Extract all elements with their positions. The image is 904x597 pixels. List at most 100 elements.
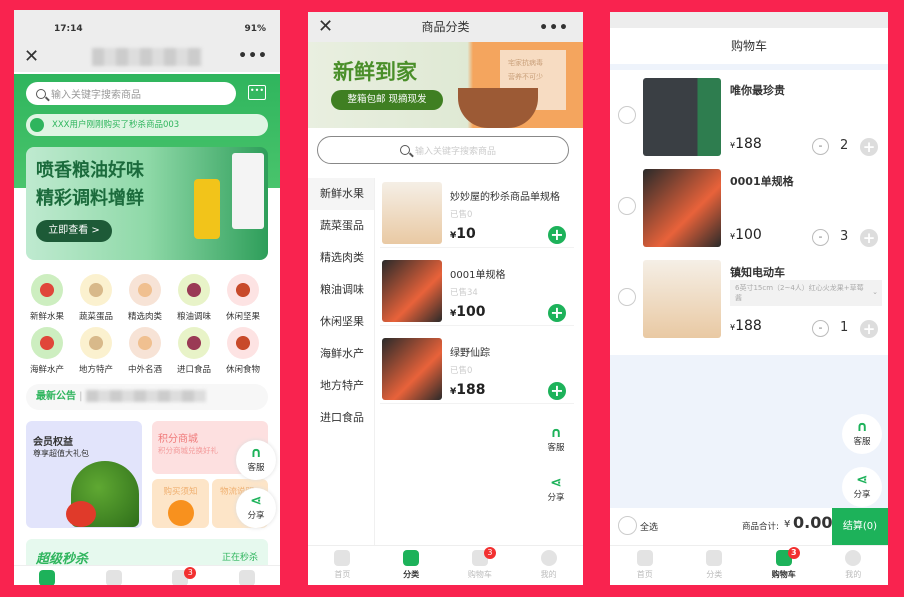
checkout-button[interactable]: 结算(0) <box>832 508 888 545</box>
tab-home[interactable] <box>14 566 81 585</box>
tab-cart[interactable]: 3 <box>147 566 214 585</box>
tomato-image <box>66 501 96 527</box>
chevron-down-icon: ⌄ <box>872 288 878 296</box>
category-item[interactable]: 蔬菜蛋品 <box>73 274 119 322</box>
quantity-value: 2 <box>840 138 849 153</box>
tab-mine[interactable]: 我的 <box>819 546 889 585</box>
spec-selector[interactable]: 6英寸15cm（2~4人）红心火龙果+草莓酱 ⌄ <box>730 280 882 306</box>
category-image <box>129 327 161 359</box>
category-item[interactable]: 粮油调味 <box>171 274 217 322</box>
category-item[interactable]: 进口食品 <box>171 327 217 375</box>
category-image <box>31 274 63 306</box>
headset-icon: ∩ <box>550 425 562 441</box>
search-input[interactable]: 输入关键字搜索商品 <box>26 82 236 105</box>
sidebar-item[interactable]: 精选肉类 <box>308 242 374 274</box>
product-name: 0001单规格 <box>450 270 506 281</box>
select-all-checkbox[interactable] <box>618 516 637 535</box>
announcement-bar[interactable]: 最新公告 | <box>26 384 268 410</box>
notice-text: XXX用户刚刚购买了秒杀商品003 <box>52 120 180 130</box>
tab-category[interactable] <box>81 566 148 585</box>
share-button[interactable]: ⋖ 分享 <box>536 470 576 510</box>
category-item[interactable]: 休闲食物 <box>220 327 266 375</box>
tab-home[interactable]: 首页 <box>308 546 377 585</box>
more-icon[interactable]: ••• <box>238 48 268 64</box>
tab-mine[interactable]: 我的 <box>514 546 583 585</box>
item-checkbox[interactable] <box>618 106 636 124</box>
item-price: ¥188 <box>730 318 762 334</box>
category-item[interactable]: 休闲坚果 <box>220 274 266 322</box>
item-image <box>643 260 721 338</box>
product-price: ¥188 <box>450 382 486 398</box>
view-now-button[interactable]: 立即查看 > <box>36 220 112 242</box>
share-button[interactable]: ⋖ 分享 <box>842 467 882 507</box>
item-checkbox[interactable] <box>618 197 636 215</box>
sidebar-item[interactable]: 粮油调味 <box>308 274 374 306</box>
increase-button[interactable]: + <box>860 229 878 247</box>
profile-icon <box>238 570 255 585</box>
search-input[interactable]: 输入关键字搜索商品 <box>317 136 569 164</box>
spec-text: 6英寸15cm（2~4人）红心火龙果+草莓酱 <box>735 284 864 302</box>
sidebar-item[interactable]: 地方特产 <box>308 370 374 402</box>
category-item[interactable]: 中外名酒 <box>122 327 168 375</box>
customer-service-button[interactable]: ∩ 客服 <box>236 440 276 480</box>
price-value: 100 <box>456 304 486 320</box>
message-icon[interactable]: ••• <box>248 85 266 100</box>
add-to-cart-button[interactable]: + <box>548 382 566 400</box>
nav-bar <box>610 12 888 28</box>
tab-mine[interactable] <box>214 566 281 585</box>
price-value: 100 <box>735 227 762 243</box>
item-checkbox[interactable] <box>618 288 636 306</box>
sidebar-item[interactable]: 休闲坚果 <box>308 306 374 338</box>
customer-service-button[interactable]: ∩ 客服 <box>842 414 882 454</box>
search-icon <box>36 88 46 99</box>
product-sold: 已售34 <box>450 288 478 298</box>
rice-bag-image <box>232 153 264 229</box>
fresh-banner[interactable]: 新鲜到家 整箱包邮 现摘现发 宅家抗病毒 营养不可少 <box>308 42 583 128</box>
sidebar-item[interactable]: 蔬菜蛋品 <box>308 210 374 242</box>
category-icon <box>403 550 420 566</box>
announcement-label: 最新公告 <box>36 391 76 402</box>
tab-label: 我的 <box>845 570 862 579</box>
decrease-button[interactable]: - <box>812 320 829 337</box>
product-item[interactable]: 绿野仙踪 已售0 ¥188 + <box>380 338 574 404</box>
product-price: ¥10 <box>450 226 476 242</box>
sidebar-item[interactable]: 海鲜水产 <box>308 338 374 370</box>
tab-cart[interactable]: 购物车 3 <box>446 546 515 585</box>
page-title: 购物车 <box>610 28 888 64</box>
tab-category[interactable]: 分类 <box>377 546 446 585</box>
customer-service-button[interactable]: ∩ 客服 <box>536 420 576 460</box>
add-to-cart-button[interactable]: + <box>548 226 566 244</box>
item-price: ¥100 <box>730 227 762 243</box>
quantity-value: 3 <box>840 229 849 244</box>
product-item[interactable]: 妙妙屋的秒杀商品单规格 已售0 ¥10 + <box>380 182 574 248</box>
home-screen: 17:14 91% ✕ ••• 输入关键字搜索商品 ••• XXX用户刚刚购买了… <box>14 10 280 585</box>
category-item[interactable]: 海鲜水产 <box>24 327 70 375</box>
category-icon <box>105 570 122 585</box>
sidebar-item[interactable]: 进口食品 <box>308 402 374 434</box>
tab-bar: 首页 分类 购物车 3 我的 <box>308 545 583 585</box>
promo-banner[interactable]: 喷香粮油好味 精彩调料增鲜 立即查看 > <box>26 147 268 260</box>
category-item[interactable]: 精选肉类 <box>122 274 168 322</box>
product-item[interactable]: 0001单规格 已售34 ¥100 + <box>380 260 574 326</box>
more-icon[interactable]: ••• <box>539 20 569 36</box>
category-item[interactable]: 新鲜水果 <box>24 274 70 322</box>
tab-label: 首页 <box>334 570 351 579</box>
tab-cart[interactable]: 购物车 3 <box>749 546 819 585</box>
increase-button[interactable]: + <box>860 320 878 338</box>
category-item[interactable]: 地方特产 <box>73 327 119 375</box>
decrease-button[interactable]: - <box>812 229 829 246</box>
tab-label: 购物车 <box>771 570 796 579</box>
increase-button[interactable]: + <box>860 138 878 156</box>
close-icon[interactable]: ✕ <box>24 46 39 67</box>
add-to-cart-button[interactable]: + <box>548 304 566 322</box>
sidebar-item[interactable]: 新鲜水果 <box>308 178 374 210</box>
purchase-notice-card[interactable]: 购买须知 <box>152 479 209 528</box>
share-button[interactable]: ⋖ 分享 <box>236 488 276 528</box>
share-label: 分享 <box>853 490 871 500</box>
price-value: 188 <box>735 136 762 152</box>
decrease-button[interactable]: - <box>812 138 829 155</box>
member-card[interactable]: 会员权益 尊享超值大礼包 <box>26 421 142 528</box>
tab-category[interactable]: 分类 <box>680 546 750 585</box>
tab-home[interactable]: 首页 <box>610 546 680 585</box>
product-sold: 已售0 <box>450 210 473 220</box>
